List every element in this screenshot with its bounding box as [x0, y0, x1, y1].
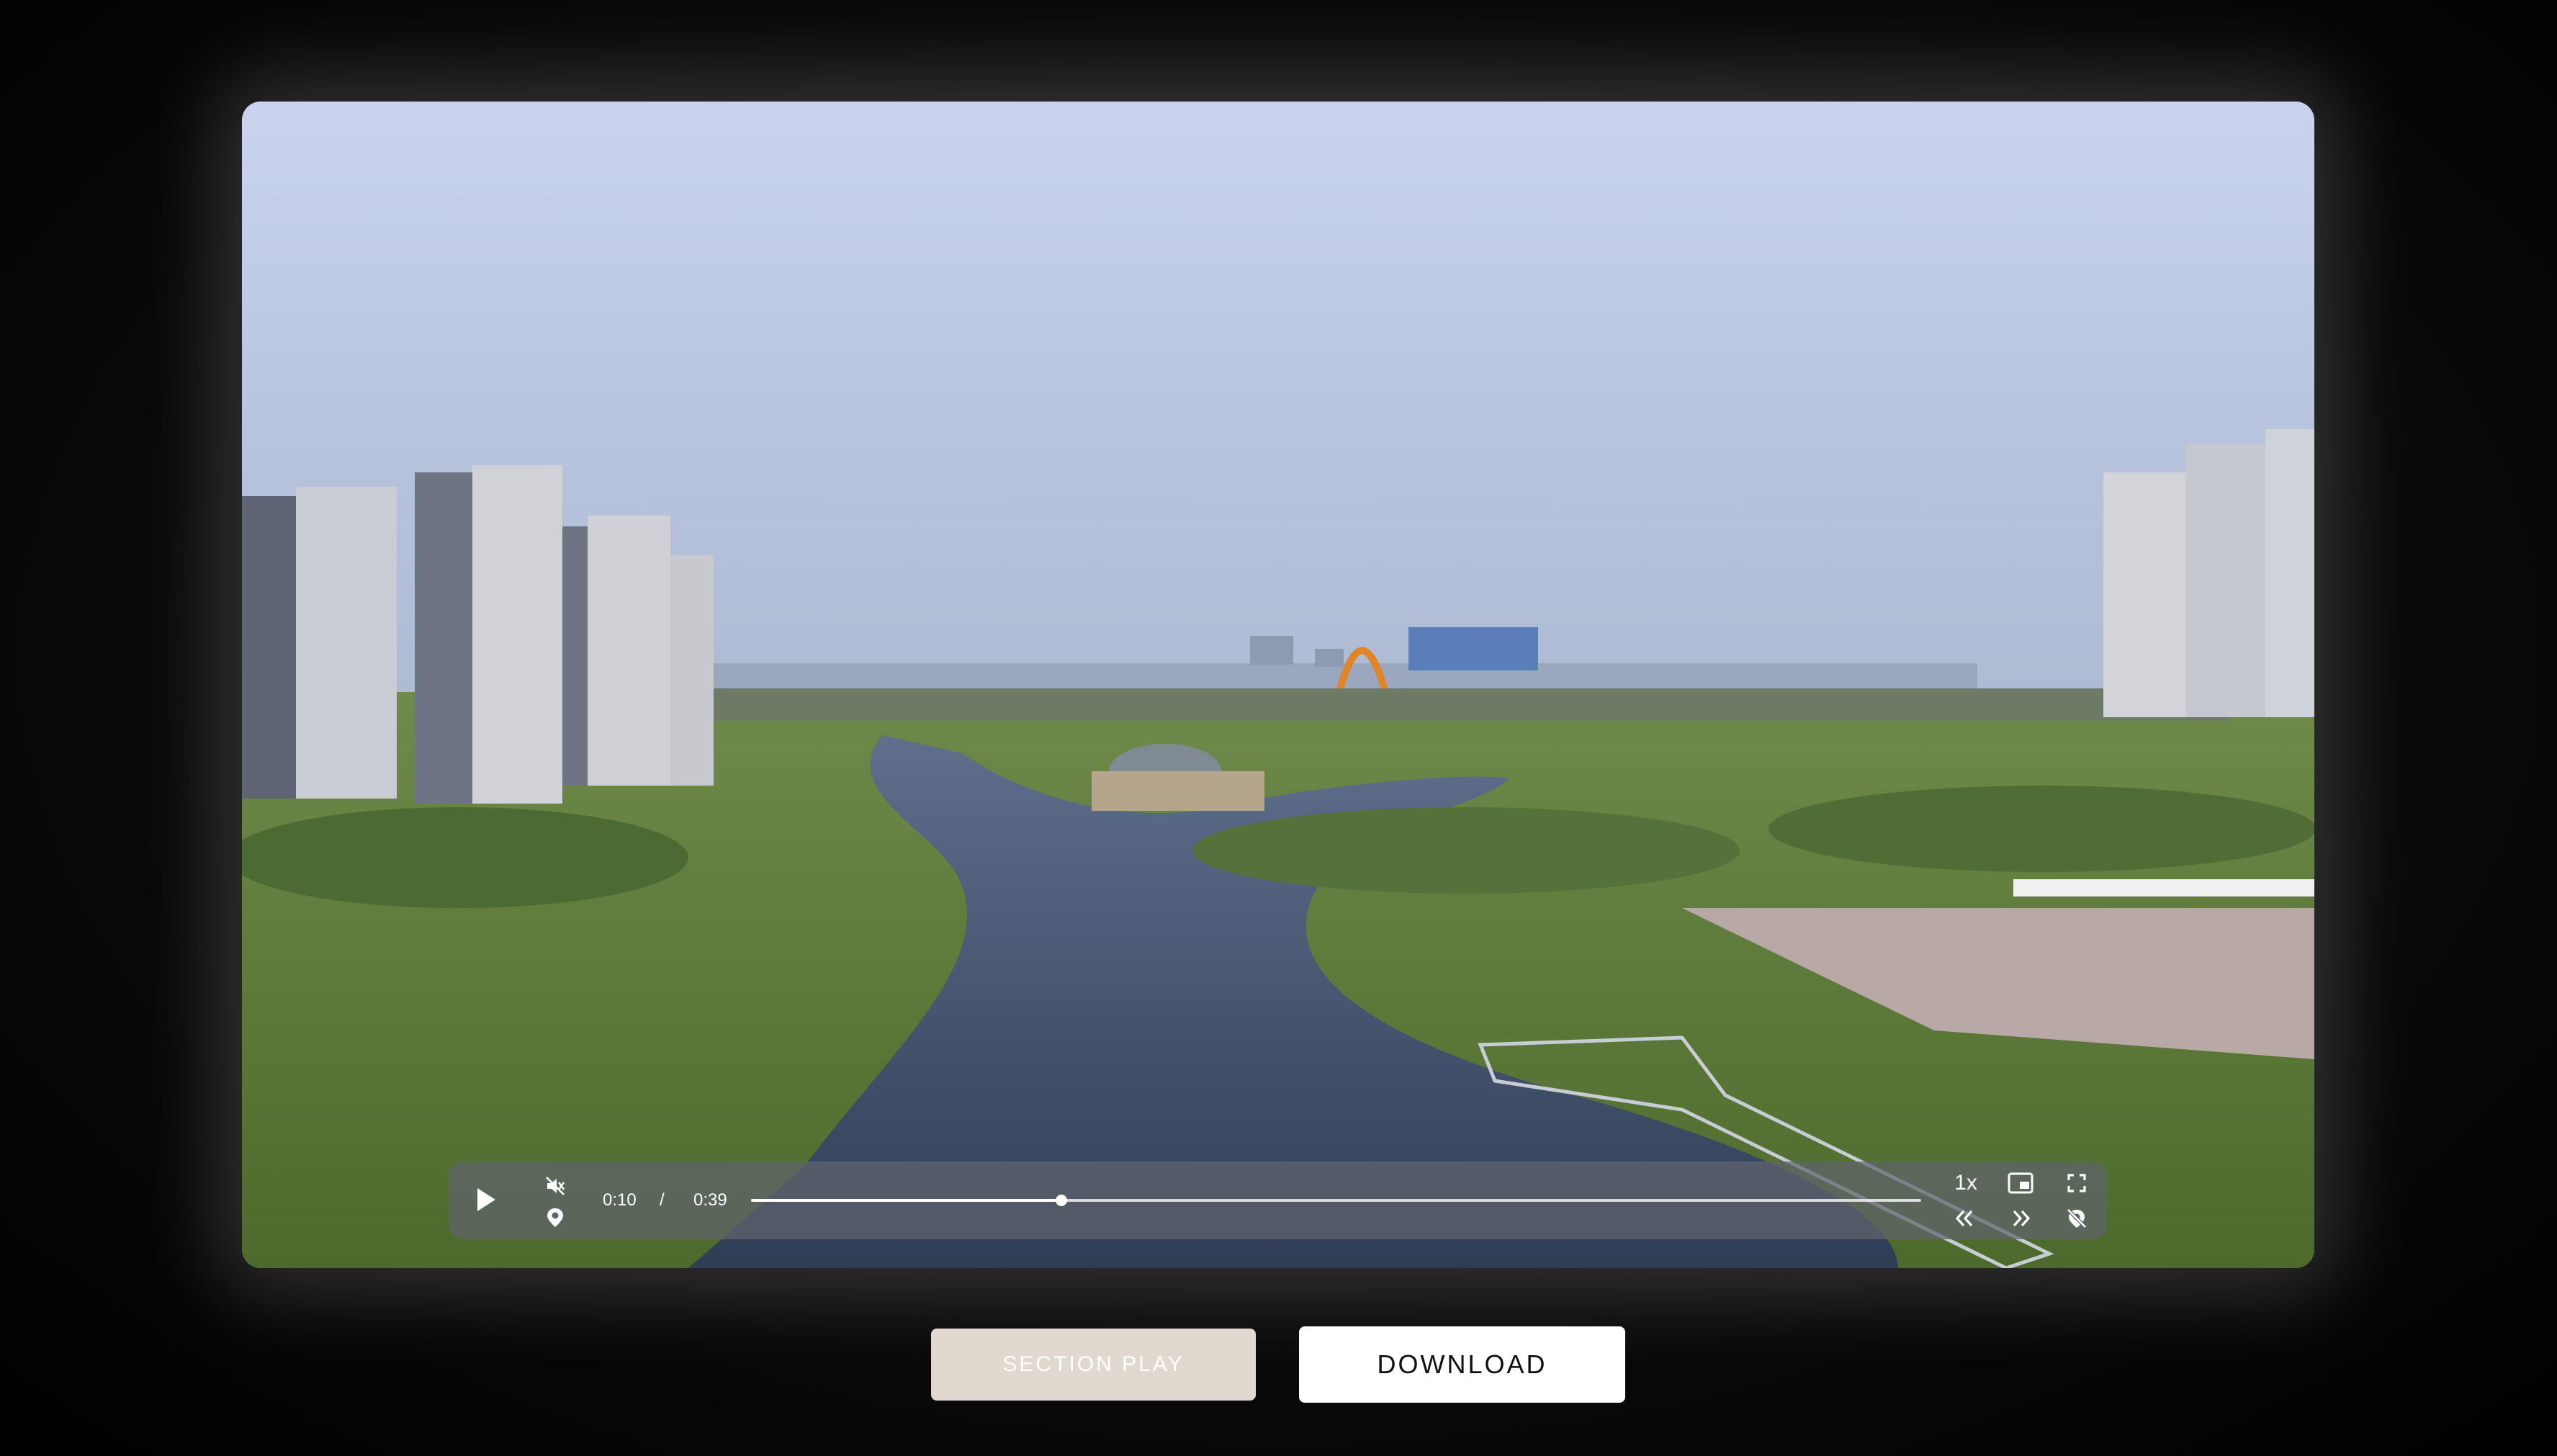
video-frame-image — [242, 102, 2314, 1268]
video-control-bar: 0:10 / 0:39 1x — [449, 1161, 2107, 1239]
fast-forward-icon — [2013, 1210, 2031, 1227]
play-button[interactable] — [470, 1183, 502, 1216]
location-toggle-button[interactable] — [2064, 1206, 2090, 1231]
page-background: 0:10 / 0:39 1x SECTION PLAY DOWNLOAD — [0, 0, 2557, 1456]
fullscreen-icon — [2067, 1174, 2086, 1192]
seek-fill — [751, 1199, 1061, 1202]
video-player[interactable] — [242, 102, 2314, 1268]
volume-muted-icon — [546, 1177, 565, 1195]
time-separator: / — [660, 1190, 665, 1210]
rewind-icon — [1955, 1210, 1973, 1227]
pip-button[interactable] — [2006, 1170, 2035, 1196]
seek-bar[interactable] — [751, 1190, 1921, 1210]
picture-in-picture-icon — [2008, 1172, 2034, 1194]
forward-button[interactable] — [2007, 1206, 2036, 1231]
rewind-button[interactable] — [1950, 1206, 1979, 1231]
section-play-button[interactable]: SECTION PLAY — [931, 1329, 1256, 1401]
location-pin-icon — [547, 1208, 563, 1227]
playback-speed-button[interactable]: 1x — [1950, 1170, 1982, 1196]
mute-button[interactable] — [542, 1173, 568, 1199]
duration: 0:39 — [693, 1190, 727, 1210]
location-button[interactable] — [544, 1206, 567, 1229]
fullscreen-button[interactable] — [2064, 1170, 2090, 1196]
download-button[interactable]: DOWNLOAD — [1299, 1326, 1625, 1403]
current-time: 0:10 — [603, 1190, 637, 1210]
seek-thumb[interactable] — [1055, 1195, 1067, 1206]
play-icon — [477, 1188, 495, 1211]
location-off-icon — [2067, 1208, 2087, 1228]
